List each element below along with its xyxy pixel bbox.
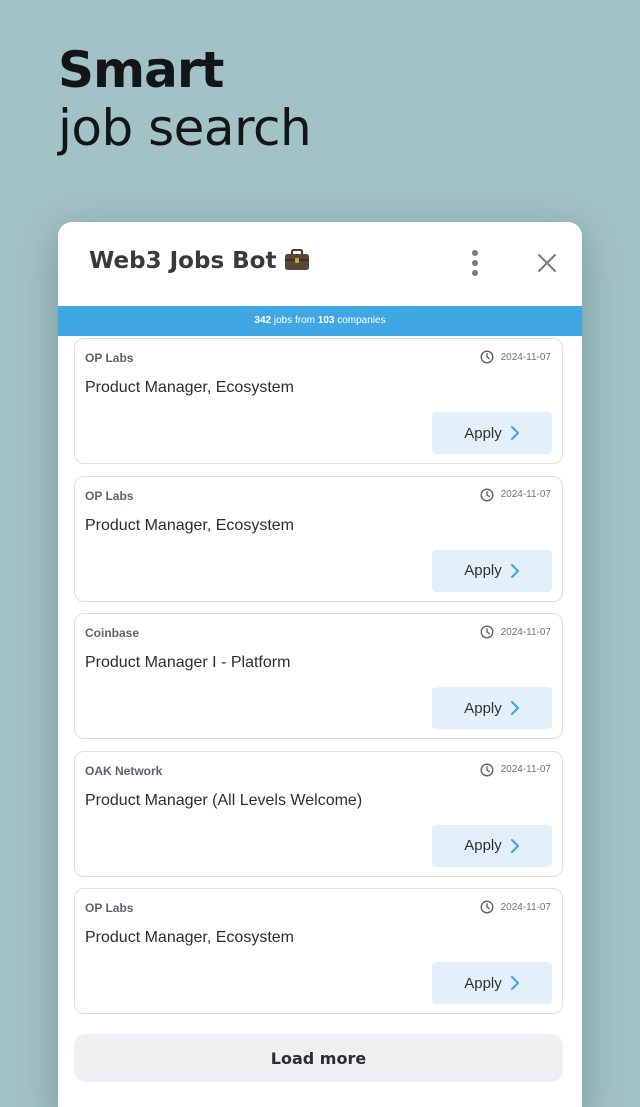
job-card[interactable]: OAK Network 2024-11-07 Product Manager (… [74,750,563,877]
jobs-count: 342 [254,315,272,326]
job-date: 2024-11-07 [480,350,551,364]
clock-icon [480,625,494,639]
apply-label: Apply [464,424,502,442]
job-date-text: 2024-11-07 [500,901,551,913]
job-date: 2024-11-07 [480,625,551,639]
clock-icon [480,900,494,914]
job-card[interactable]: Coinbase 2024-11-07 Product Manager I - … [74,613,563,739]
job-company: Coinbase [85,626,140,640]
headline: Smart job search [58,40,312,158]
chevron-right-icon [510,425,519,441]
apply-label: Apply [464,837,502,854]
job-company: OP Labs [85,488,134,503]
clock-icon [480,762,494,777]
window-title: Web3 Jobs Bot [89,248,310,274]
clock-icon [480,350,494,364]
apply-button[interactable]: Apply [432,549,552,592]
headline-light: job search [58,99,312,157]
load-more-button[interactable]: Load more [74,1034,563,1082]
apply-button[interactable]: Apply [432,687,552,729]
apply-button[interactable]: Apply [432,824,552,867]
apply-label: Apply [464,974,502,992]
job-date-text: 2024-11-07 [500,351,551,363]
chevron-right-icon [510,563,519,578]
job-date: 2024-11-07 [480,487,551,502]
close-icon[interactable] [534,250,560,276]
job-date: 2024-11-07 [480,762,551,777]
job-title: Product Manager I - Platform [85,654,291,671]
window-header: Web3 Jobs Bot [58,222,582,306]
job-title: Product Manager (All Levels Welcome) [85,791,363,809]
jobs-text: jobs from [271,315,318,326]
job-card[interactable]: OP Labs 2024-11-07 Product Manager, Ecos… [74,338,563,464]
apply-button[interactable]: Apply [432,412,552,454]
job-card[interactable]: OP Labs 2024-11-07 Product Manager, Ecos… [74,888,563,1014]
job-company: OP Labs [85,901,134,915]
briefcase-icon [284,249,310,271]
job-date: 2024-11-07 [480,900,551,914]
apply-label: Apply [464,699,502,717]
job-date-text: 2024-11-07 [500,764,551,775]
kebab-menu-icon[interactable] [468,250,482,276]
job-card[interactable]: OP Labs 2024-11-07 Product Manager, Ecos… [74,475,563,602]
chevron-right-icon [510,838,519,853]
companies-count: 103 [317,315,335,326]
jobs-summary-banner: 342 jobs from 103 companies [58,306,582,336]
job-company: OP Labs [85,351,134,365]
job-title: Product Manager, Ecosystem [85,379,294,396]
window-title-text: Web3 Jobs Bot [89,248,277,274]
job-date-text: 2024-11-07 [500,626,551,638]
chevron-right-icon [510,975,519,991]
job-date-text: 2024-11-07 [500,489,551,500]
headline-bold: Smart [58,41,224,99]
job-title: Product Manager, Ecosystem [85,929,294,946]
job-title: Product Manager, Ecosystem [85,516,294,534]
chevron-right-icon [510,700,519,716]
job-company: OAK Network [85,763,163,778]
companies-text: companies [334,315,386,326]
apply-button[interactable]: Apply [432,962,552,1004]
apply-label: Apply [464,562,502,579]
bot-window: Web3 Jobs Bot 342 jobs from 103 companie… [58,222,582,1107]
clock-icon [480,487,494,502]
